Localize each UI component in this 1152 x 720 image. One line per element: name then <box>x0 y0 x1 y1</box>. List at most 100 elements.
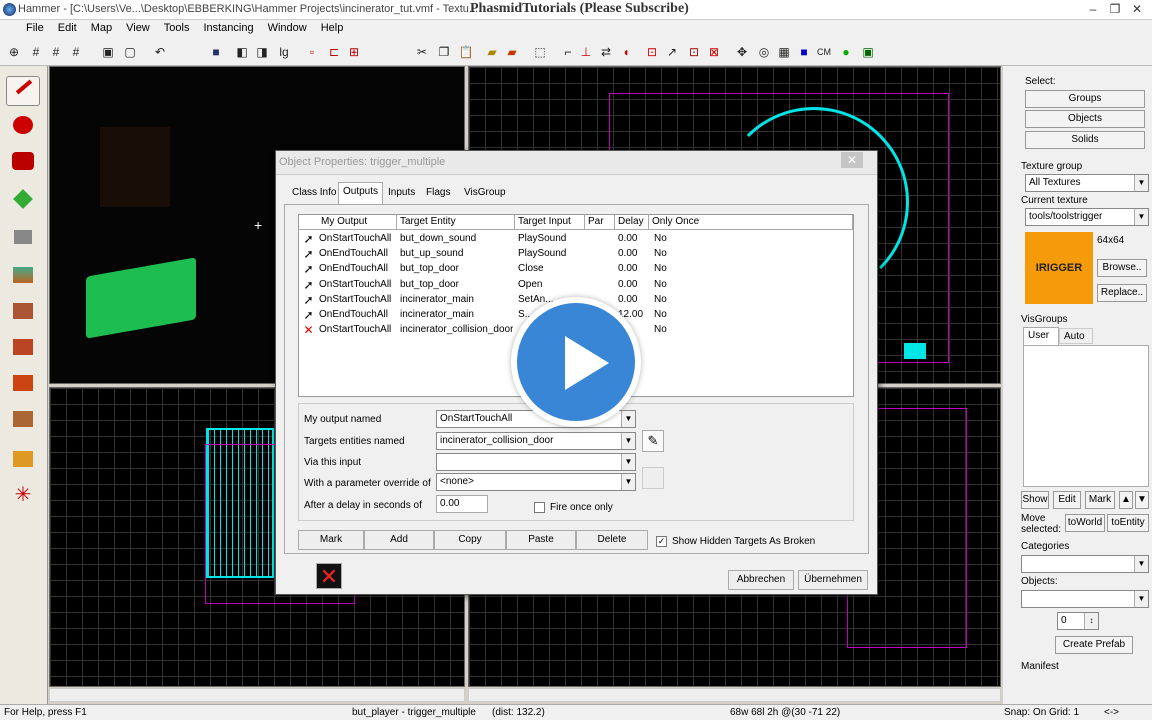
tab-flags[interactable]: Flags <box>422 184 455 204</box>
to-world-button[interactable]: toWorld <box>1065 514 1105 532</box>
current-texture-select[interactable]: tools/toolstrigger ▼ <box>1025 208 1149 226</box>
show-hidden-checkbox[interactable]: ✓ <box>656 536 667 547</box>
hatch-icon[interactable]: ▰ <box>484 44 500 60</box>
select-box-icon[interactable]: ⬚ <box>532 44 548 60</box>
table-row[interactable]: ➚ OnEndTouchAll but_top_door Close 0.00 No <box>299 262 853 277</box>
apply-button[interactable]: Übernehmen <box>798 570 868 590</box>
objects-button[interactable]: Objects <box>1025 110 1145 128</box>
vertex-tool-icon[interactable] <box>6 444 40 474</box>
col-par[interactable]: Par <box>585 215 615 230</box>
paste-button[interactable]: Paste <box>506 530 576 550</box>
vertex-icon[interactable]: ▫ <box>304 44 320 60</box>
blue-square-icon[interactable]: ■ <box>796 44 812 60</box>
magnify-tool-icon[interactable] <box>6 110 40 140</box>
objects-spinner[interactable]: 0 ↕ <box>1057 612 1099 630</box>
menu-window[interactable]: Window <box>261 20 314 34</box>
overlay-tool-icon[interactable] <box>6 404 40 434</box>
categories-select[interactable]: ▼ <box>1021 555 1149 573</box>
param-override-select[interactable]: <none> ▼ <box>436 473 636 491</box>
replace-button[interactable]: Replace.. <box>1097 284 1147 302</box>
browse-button[interactable]: Browse.. <box>1097 259 1147 277</box>
menu-help[interactable]: Help <box>314 20 351 34</box>
via-input-select[interactable]: ▼ <box>436 453 636 471</box>
entity-move-icon[interactable]: ⌐ <box>560 44 576 60</box>
axis-tool-icon[interactable]: ✳ <box>6 480 40 510</box>
tab-visgroup[interactable]: VisGroup <box>460 184 510 204</box>
hatch-red-icon[interactable]: ▰ <box>504 44 520 60</box>
edit-button[interactable]: Edit <box>1053 491 1081 509</box>
menu-file[interactable]: File <box>0 20 51 34</box>
col-delay[interactable]: Delay <box>615 215 649 230</box>
param-picker-icon[interactable] <box>642 467 664 489</box>
cancel-button[interactable]: Abbrechen <box>728 570 794 590</box>
targets-named-select[interactable]: incinerator_collision_door ▼ <box>436 432 636 450</box>
carve-icon[interactable]: ◧ <box>234 44 250 60</box>
to-entity-button[interactable]: toEntity <box>1107 514 1149 532</box>
model-icon[interactable]: ↗ <box>664 44 680 60</box>
minimize-button[interactable]: – <box>1082 1 1104 17</box>
close-button[interactable]: ✕ <box>1126 1 1148 17</box>
align-icon[interactable]: ⊥ <box>578 44 594 60</box>
texture-preview[interactable]: IRIGGER <box>1025 232 1093 304</box>
col-target-input[interactable]: Target Input <box>515 215 585 230</box>
maximize-button[interactable]: ❐ <box>1104 1 1126 17</box>
h-scrollbar-right[interactable] <box>468 688 1001 702</box>
objects-select[interactable]: ▼ <box>1021 590 1149 608</box>
copy-icon[interactable]: ❐ <box>436 44 452 60</box>
tab-outputs[interactable]: Outputs <box>338 182 384 204</box>
ungroup-icon[interactable]: ▢ <box>122 44 138 60</box>
show-button[interactable]: Show <box>1021 491 1049 509</box>
delete-button[interactable]: Delete <box>576 530 648 550</box>
grid-small-icon[interactable]: # <box>48 44 64 60</box>
table-row[interactable]: ➚ OnStartTouchAll but_down_sound PlaySound 0… <box>299 232 853 247</box>
tab-class-info[interactable]: Class Info <box>288 184 341 204</box>
block-tool-icon[interactable] <box>6 222 40 252</box>
visgroup-list[interactable] <box>1023 345 1149 487</box>
texture-tool-icon[interactable] <box>6 260 40 290</box>
hollow-icon[interactable]: ◨ <box>254 44 270 60</box>
tab-user[interactable]: User <box>1023 327 1059 345</box>
tab-auto[interactable]: Auto <box>1059 328 1093 344</box>
clip-icon[interactable]: ⊏ <box>326 44 342 60</box>
decal-tool-icon[interactable] <box>6 332 40 362</box>
texture-lock-icon[interactable]: lg <box>276 44 292 60</box>
menu-tools[interactable]: Tools <box>157 20 197 34</box>
copy-button[interactable]: Copy <box>434 530 506 550</box>
cut-icon[interactable]: ✂ <box>414 44 430 60</box>
solids-button[interactable]: Solids <box>1025 131 1145 149</box>
grid-toggle-icon[interactable]: ▦ <box>776 44 792 60</box>
clip-tool-icon[interactable] <box>6 368 40 398</box>
grid-large-icon[interactable]: # <box>68 44 84 60</box>
decal-icon[interactable]: ⊡ <box>686 44 702 60</box>
mark-button[interactable]: Mark <box>298 530 364 550</box>
menu-edit[interactable]: Edit <box>51 20 84 34</box>
h-scrollbar-left[interactable] <box>49 688 465 702</box>
grid-icon[interactable]: # <box>28 44 44 60</box>
eyedropper-icon[interactable]: ✎ <box>642 430 664 452</box>
groups-button[interactable]: Groups <box>1025 90 1145 108</box>
menu-instancing[interactable]: Instancing <box>196 20 260 34</box>
apply-texture-tool-icon[interactable] <box>6 296 40 326</box>
compile-icon[interactable]: ▣ <box>860 44 876 60</box>
undo-icon[interactable]: ↶ <box>152 44 168 60</box>
green-sphere-icon[interactable]: ● <box>838 44 854 60</box>
selection-tool-icon[interactable] <box>6 76 40 106</box>
menu-map[interactable]: Map <box>84 20 119 34</box>
table-row[interactable]: ➚ OnEndTouchAll but_up_sound PlaySound 0.00 N… <box>299 247 853 262</box>
arrow-up-icon[interactable]: ▲ <box>1119 491 1133 509</box>
add-button[interactable]: Add <box>364 530 434 550</box>
col-only-once[interactable]: Only Once <box>649 215 853 230</box>
fire-once-checkbox[interactable] <box>534 502 545 513</box>
create-prefab-button[interactable]: Create Prefab <box>1055 636 1133 654</box>
globe-icon[interactable]: ⊕ <box>6 44 22 60</box>
delay-input[interactable]: 0.00 <box>436 495 488 513</box>
dialog-close-button[interactable]: ✕ <box>841 152 863 168</box>
mirror-icon[interactable]: ◖ <box>618 44 634 60</box>
col-target-entity[interactable]: Target Entity <box>397 215 515 230</box>
entity-tool-icon[interactable] <box>6 184 40 214</box>
cubemap-icon[interactable]: CM <box>816 44 832 60</box>
mark-button[interactable]: Mark <box>1085 491 1115 509</box>
overlay-icon[interactable]: ⊠ <box>706 44 722 60</box>
play-button[interactable] <box>511 297 641 427</box>
paste-icon[interactable]: 📋 <box>458 44 474 60</box>
